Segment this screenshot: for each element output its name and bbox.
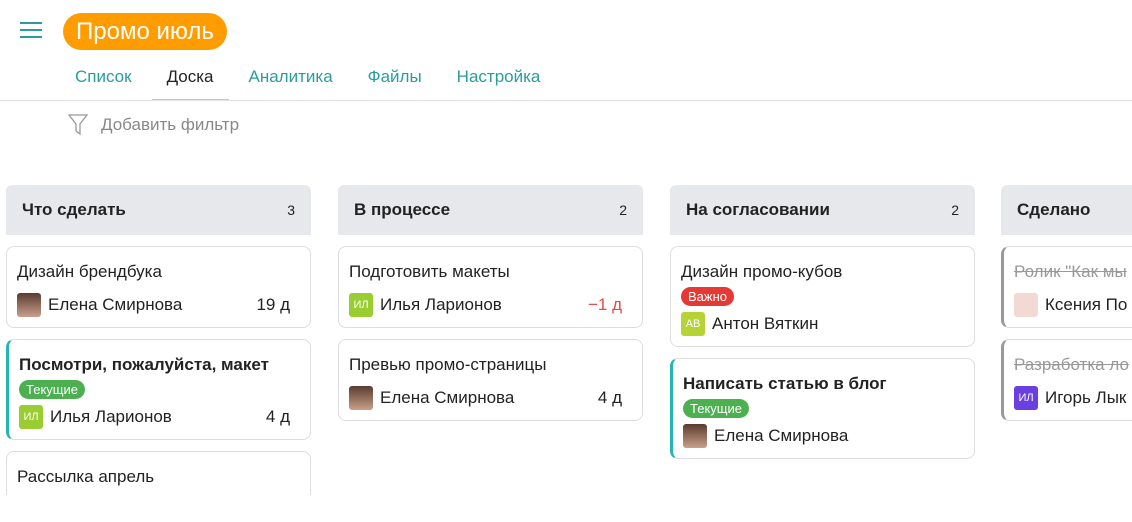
assignee-name: Илья Ларионов [50, 407, 172, 426]
column-count: 2 [619, 202, 627, 218]
due-days: 4 д [265, 407, 290, 426]
task-card[interactable]: Рассылка апрель [6, 451, 311, 495]
task-card[interactable]: Посмотри, пожалуйста, макет Текущие ИЛ Ил… [6, 339, 311, 440]
tag-badge: Текущие [19, 380, 85, 399]
card-title: Посмотри, пожалуйста, макет [19, 355, 269, 374]
column-title: Сделано [1017, 200, 1091, 219]
column-count: 3 [287, 202, 295, 218]
assignee-name: Елена Смирнова [380, 388, 515, 407]
project-title[interactable]: Промо июль [63, 13, 227, 50]
avatar [17, 293, 41, 317]
assignee-name: Елена Смирнова [714, 426, 849, 445]
assignee-name: Игорь Лык [1045, 388, 1127, 407]
column-count: 2 [951, 202, 959, 218]
card-title: Дизайн промо-кубов [681, 262, 843, 281]
card-title: Ролик "Как мы [1014, 262, 1127, 281]
avatar: ИЛ [349, 293, 373, 317]
avatar: АВ [681, 312, 705, 336]
assignee-name: Елена Смирнова [48, 295, 183, 314]
column-header[interactable]: В процессе 2 [338, 185, 643, 235]
avatar: ИЛ [1014, 386, 1038, 410]
column-title: На согласовании [686, 200, 830, 219]
tab-files[interactable]: Файлы [353, 60, 437, 101]
task-card[interactable]: Разработка ло ИЛ Игорь Лык [1001, 339, 1132, 421]
task-card[interactable]: Ролик "Как мы Ксения По [1001, 246, 1132, 328]
assignee-name: Антон Вяткин [712, 314, 819, 333]
column-review: На согласовании 2 Дизайн промо-кубов Важн… [670, 185, 975, 459]
assignee-name: Ксения По [1045, 295, 1128, 314]
card-title: Превью промо-страницы [349, 355, 547, 374]
column-header[interactable]: На согласовании 2 [670, 185, 975, 235]
task-card[interactable]: Написать статью в блог Текущие Елена Сми… [670, 358, 975, 459]
avatar [349, 386, 373, 410]
avatar: ИЛ [19, 405, 43, 429]
column-done: Сделано Ролик "Как мы Ксения По Разработ… [1001, 185, 1132, 421]
avatar [683, 424, 707, 448]
card-title: Разработка ло [1014, 355, 1129, 374]
tab-board[interactable]: Доска [151, 60, 229, 101]
column-title: В процессе [354, 200, 451, 219]
card-title: Дизайн брендбука [17, 262, 162, 281]
due-days: 4 д [597, 388, 622, 407]
hamburger-icon[interactable] [20, 22, 42, 40]
add-filter-label: Добавить фильтр [101, 115, 240, 134]
tag-badge: Важно [681, 287, 735, 306]
column-todo: Что сделать 3 Дизайн брендбука Елена Смир… [6, 185, 311, 495]
tab-list[interactable]: Список [60, 60, 147, 101]
column-header[interactable]: Сделано [1001, 185, 1132, 235]
tag-badge: Текущие [683, 399, 749, 418]
task-card[interactable]: Подготовить макеты ИЛ Илья Ларионов −1 д [338, 246, 643, 328]
tab-settings[interactable]: Настройка [442, 60, 556, 101]
tab-bar: Список Доска Аналитика Файлы Настройка [60, 60, 560, 101]
card-title: Рассылка апрель [17, 467, 155, 486]
assignee-name: Илья Ларионов [380, 295, 502, 314]
card-title: Подготовить макеты [349, 262, 510, 281]
tab-analytics[interactable]: Аналитика [234, 60, 348, 101]
card-title: Написать статью в блог [683, 374, 887, 393]
task-card[interactable]: Дизайн брендбука Елена Смирнова 19 д [6, 246, 311, 328]
add-filter-button[interactable]: Добавить фильтр [68, 114, 239, 136]
due-days: 19 д [256, 295, 290, 314]
avatar [1014, 293, 1038, 317]
column-title: Что сделать [22, 200, 126, 219]
filter-icon [68, 114, 88, 136]
column-in-progress: В процессе 2 Подготовить макеты ИЛ Илья Ла… [338, 185, 643, 421]
task-card[interactable]: Дизайн промо-кубов Важно АВ Антон Вяткин [670, 246, 975, 347]
column-header[interactable]: Что сделать 3 [6, 185, 311, 235]
due-days: −1 д [587, 295, 622, 314]
task-card[interactable]: Превью промо-страницы Елена Смирнова 4 д [338, 339, 643, 421]
divider [0, 100, 1132, 101]
